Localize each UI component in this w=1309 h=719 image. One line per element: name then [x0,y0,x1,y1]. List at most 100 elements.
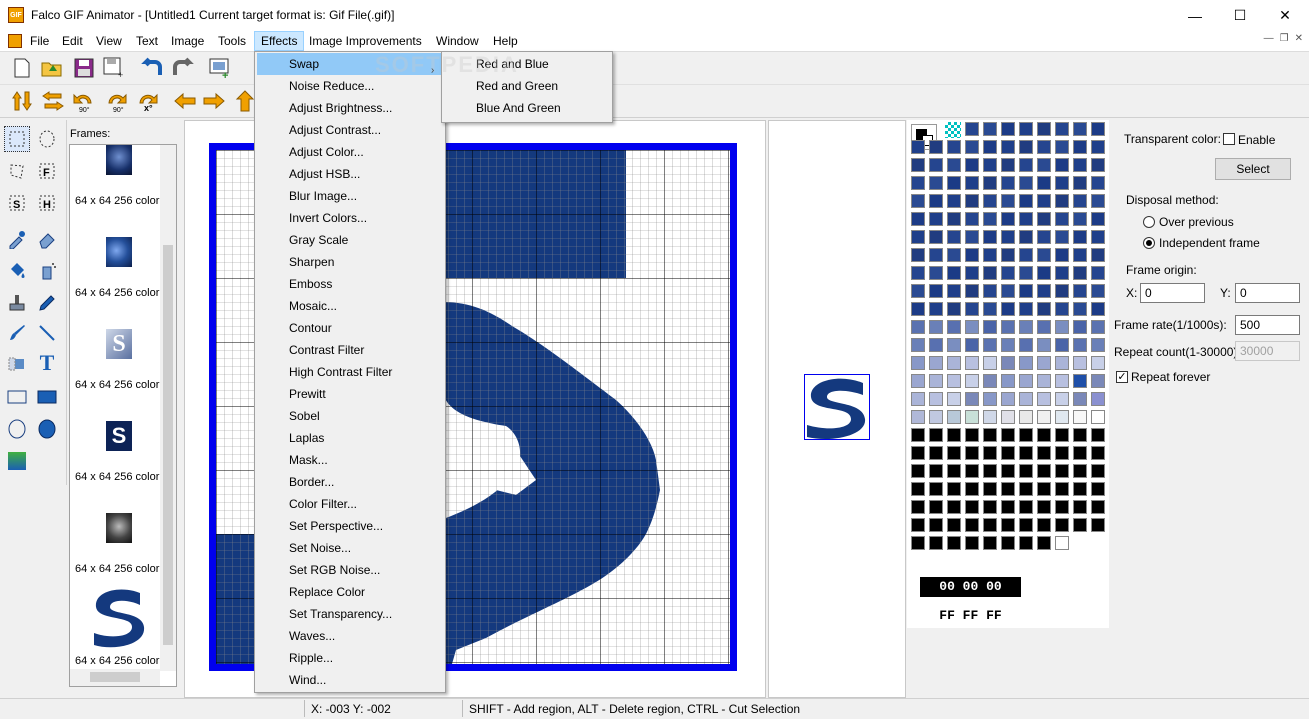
color-swatch[interactable] [983,446,997,460]
color-swatch[interactable] [1055,392,1069,406]
effects-menu-item[interactable]: Replace Color [257,581,443,603]
color-swatch[interactable] [947,140,961,154]
color-swatch[interactable] [947,248,961,262]
color-swatch[interactable] [1019,176,1033,190]
effects-menu-item[interactable]: Contour [257,317,443,339]
color-swatch[interactable] [1091,140,1105,154]
over-previous-radio[interactable] [1143,216,1155,228]
menu-image-improvements[interactable]: Image Improvements [303,31,428,51]
rectangle-outline-icon[interactable] [4,384,30,410]
color-swatch[interactable] [1001,158,1015,172]
color-swatch[interactable] [929,194,943,208]
color-swatch[interactable] [911,536,925,550]
effects-menu-item[interactable]: Set RGB Noise... [257,559,443,581]
color-swatch[interactable] [947,356,961,370]
color-swatch[interactable] [1091,212,1105,226]
color-swatch[interactable] [983,356,997,370]
color-swatch[interactable] [1091,284,1105,298]
menu-tools[interactable]: Tools [212,31,252,51]
ellipse-outline-icon[interactable] [4,416,30,442]
color-swatch[interactable] [965,230,979,244]
color-swatch[interactable] [965,248,979,262]
color-swatch[interactable] [1019,356,1033,370]
color-swatch[interactable] [1001,518,1015,532]
color-swatch[interactable] [911,158,925,172]
color-swatch[interactable] [1055,284,1069,298]
save-icon[interactable] [71,55,97,81]
color-swatch[interactable] [947,176,961,190]
color-swatch[interactable] [929,320,943,334]
color-swatch[interactable] [947,500,961,514]
color-swatch[interactable] [1073,464,1087,478]
color-swatch[interactable] [1019,266,1033,280]
color-swatch[interactable] [1055,338,1069,352]
color-swatch[interactable] [947,338,961,352]
color-swatch[interactable] [1037,248,1051,262]
color-swatch[interactable] [1091,482,1105,496]
color-swatch[interactable] [947,464,961,478]
color-swatch[interactable] [1037,464,1051,478]
color-swatch[interactable] [1091,410,1105,424]
color-swatch[interactable] [965,320,979,334]
color-swatch[interactable] [911,518,925,532]
color-swatch[interactable] [1073,230,1087,244]
color-swatch[interactable] [983,266,997,280]
color-swatch[interactable] [983,482,997,496]
color-swatch[interactable] [1019,212,1033,226]
color-swatch[interactable] [1055,374,1069,388]
open-folder-icon[interactable] [39,55,65,81]
color-swatch[interactable] [1073,302,1087,316]
menu-help[interactable]: Help [487,31,524,51]
flip-vertical-icon[interactable] [9,88,35,114]
color-swatch[interactable] [1091,392,1105,406]
text-select-icon[interactable]: F [34,158,60,184]
color-swatch[interactable] [1073,176,1087,190]
color-swatch[interactable] [929,284,943,298]
color-swatch[interactable] [1001,392,1015,406]
color-swatch[interactable] [965,176,979,190]
color-swatch[interactable] [1019,392,1033,406]
color-swatch[interactable] [1073,518,1087,532]
color-swatch[interactable] [929,464,943,478]
color-swatch[interactable] [1001,500,1015,514]
color-swatch[interactable] [911,446,925,460]
color-swatch[interactable] [1073,266,1087,280]
effects-menu-item[interactable]: Adjust Contrast... [257,119,443,141]
color-swatch[interactable] [1073,140,1087,154]
color-swatch[interactable] [1019,320,1033,334]
color-swatch[interactable] [1073,392,1087,406]
color-swatch[interactable] [1019,140,1033,154]
save-as-icon[interactable]: + [102,55,128,81]
spray-icon[interactable] [34,258,60,284]
effects-menu-item[interactable]: Adjust Color... [257,141,443,163]
effects-menu-item[interactable]: Invert Colors... [257,207,443,229]
swap-submenu-item[interactable]: Red and Green [444,75,610,97]
color-swatch[interactable] [1091,446,1105,460]
color-swatch[interactable] [965,212,979,226]
color-swatch[interactable] [1055,356,1069,370]
color-swatch[interactable] [1019,428,1033,442]
effects-menu-item[interactable]: Set Noise... [257,537,443,559]
color-swatch[interactable] [929,176,943,190]
color-swatch[interactable] [1037,284,1051,298]
rect-select-icon[interactable] [4,126,30,152]
color-swatch[interactable] [965,266,979,280]
effects-menu-item[interactable]: Ripple... [257,647,443,669]
color-swatch[interactable] [911,194,925,208]
color-swatch[interactable] [1001,176,1015,190]
color-swatch[interactable] [1037,356,1051,370]
effects-menu-item[interactable]: Sharpen [257,251,443,273]
color-swatch[interactable] [1073,122,1087,136]
rectangle-filled-icon[interactable] [34,384,60,410]
origin-y-input[interactable]: 0 [1235,283,1300,303]
color-swatch[interactable] [1037,176,1051,190]
menu-window[interactable]: Window [430,31,485,51]
color-swatch[interactable] [1001,482,1015,496]
frame-thumbnail[interactable] [90,585,148,649]
color-swatch[interactable] [1037,158,1051,172]
color-swatch[interactable] [929,140,943,154]
color-swatch[interactable] [911,428,925,442]
color-swatch[interactable] [1073,500,1087,514]
color-swatch[interactable] [1019,536,1033,550]
independent-frame-radio[interactable] [1143,237,1155,249]
